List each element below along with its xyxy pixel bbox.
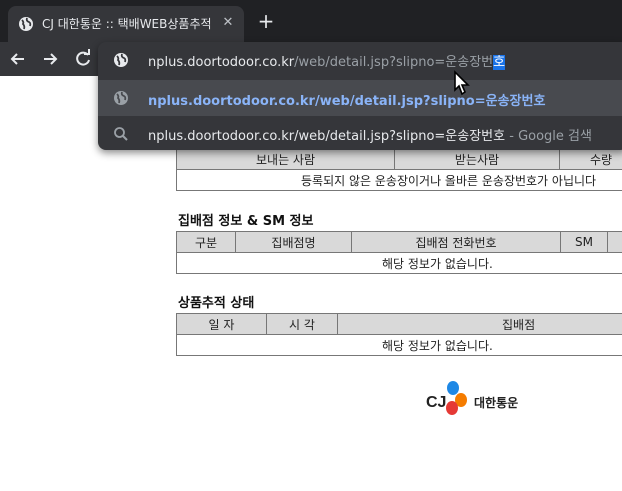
new-tab-button[interactable]: + xyxy=(256,10,276,32)
column-header: 시 각 xyxy=(266,313,338,335)
tracking-table: 일 자 시 각 집배점 해당 정보가 없습니다. xyxy=(176,313,622,356)
column-header: 수량 xyxy=(559,148,622,170)
svg-text:CJ: CJ xyxy=(426,394,446,411)
tab-title: CJ 대한통운 :: 택배WEB상품추적 xyxy=(42,17,212,31)
omnibox-dropdown: nplus.doortodoor.co.kr/web/detail.jsp?sl… xyxy=(98,42,622,150)
arrow-left-icon xyxy=(10,53,24,65)
column-header: 집배점 xyxy=(337,313,622,335)
branch-section-title: 집배점 정보 & SM 정보 xyxy=(178,214,314,229)
url-path: /web/detail.jsp?slipno=운송장번 xyxy=(294,55,494,70)
logo-text: 대한통운 xyxy=(474,396,519,410)
suggestion-text: nplus.doortodoor.co.kr/web/detail.jsp?sl… xyxy=(148,94,546,109)
error-message: 등록되지 않은 운송장이거나 올바른 운송장번호가 아닙니다 xyxy=(176,169,622,191)
url-host: nplus.doortodoor.co.kr xyxy=(148,55,295,70)
url-selected-text: 호 xyxy=(493,55,506,70)
address-bar[interactable]: nplus.doortodoor.co.kr/web/detail.jsp?sl… xyxy=(98,42,622,76)
sender-table: 보내는 사람 받는사람 수량 등록되지 않은 운송장이거나 올바른 운송장번호가… xyxy=(176,148,622,191)
globe-icon xyxy=(114,53,128,67)
tracking-section-title: 상품추적 상태 xyxy=(178,296,255,311)
forward-button[interactable] xyxy=(39,48,61,70)
back-button[interactable] xyxy=(7,48,29,70)
suggestion-suffix: - Google 검색 xyxy=(505,129,592,144)
suggestion-url[interactable]: nplus.doortodoor.co.kr/web/detail.jsp?sl… xyxy=(98,80,622,116)
column-header: 받는사람 xyxy=(394,148,560,170)
reload-icon xyxy=(76,49,90,66)
tab-strip: CJ 대한통운 :: 택배WEB상품추적 ✕ + xyxy=(0,0,622,42)
reload-button[interactable] xyxy=(72,48,94,70)
suggestion-text: nplus.doortodoor.co.kr/web/detail.jsp?sl… xyxy=(148,125,592,144)
column-header: 집배점 전화번호 xyxy=(351,231,561,253)
suggestion-search[interactable]: nplus.doortodoor.co.kr/web/detail.jsp?sl… xyxy=(98,116,622,150)
globe-icon xyxy=(19,17,33,31)
empty-message: 해당 정보가 없습니다. xyxy=(176,252,622,274)
column-header xyxy=(607,231,622,253)
address-input[interactable]: nplus.doortodoor.co.kr/web/detail.jsp?sl… xyxy=(148,51,506,70)
column-header: 집배점명 xyxy=(235,231,352,253)
column-header: 구분 xyxy=(176,231,236,253)
browser-tab[interactable]: CJ 대한통운 :: 택배WEB상품추적 ✕ xyxy=(8,6,244,42)
column-header: 일 자 xyxy=(176,313,267,335)
search-icon xyxy=(114,127,128,141)
column-header: 보내는 사람 xyxy=(176,148,395,170)
mouse-cursor-icon xyxy=(454,70,470,96)
suggestion-query: nplus.doortodoor.co.kr/web/detail.jsp?sl… xyxy=(148,129,506,144)
globe-icon xyxy=(114,91,128,105)
arrow-right-icon xyxy=(44,53,58,65)
column-header: SM xyxy=(560,231,608,253)
close-icon[interactable]: ✕ xyxy=(220,15,236,31)
branch-table: 구분 집배점명 집배점 전화번호 SM 해당 정보가 없습니다. xyxy=(176,231,622,274)
empty-message: 해당 정보가 없습니다. xyxy=(176,334,622,356)
